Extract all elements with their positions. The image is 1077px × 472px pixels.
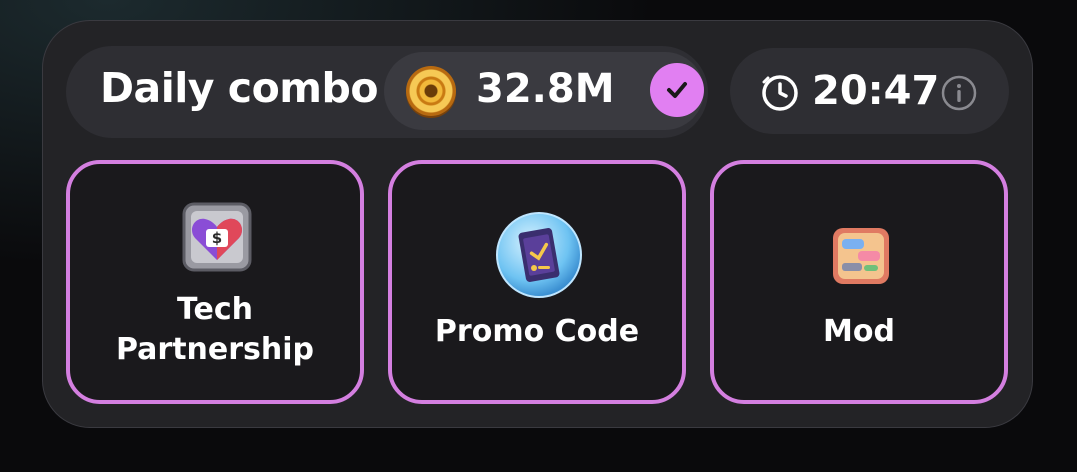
card-label-tech: Tech Partnership [70, 290, 360, 370]
info-icon[interactable] [940, 74, 978, 112]
reward-amount: 32.8M [476, 66, 615, 112]
card-label-line1: Tech [177, 292, 253, 327]
card-promo-code[interactable]: Promo Code [388, 160, 686, 404]
card-tech-partnership[interactable]: $ Tech Partnership [66, 160, 364, 404]
clock-icon [762, 75, 798, 111]
card-label-mod: Mod [823, 314, 895, 349]
card-label-line2: Partnership [115, 332, 315, 367]
ticket-icon [496, 212, 582, 298]
svg-text:$: $ [212, 229, 222, 247]
card-label-promo: Promo Code [434, 314, 640, 349]
card-mod[interactable]: Mod [710, 160, 1008, 404]
timer-countdown: 20:47 [812, 68, 940, 114]
check-icon [650, 63, 704, 117]
dollar-heart-icon: $ [182, 202, 252, 272]
chat-card-icon [833, 228, 889, 284]
daily-combo-title: Daily combo [100, 64, 379, 112]
coin-icon [406, 66, 456, 116]
